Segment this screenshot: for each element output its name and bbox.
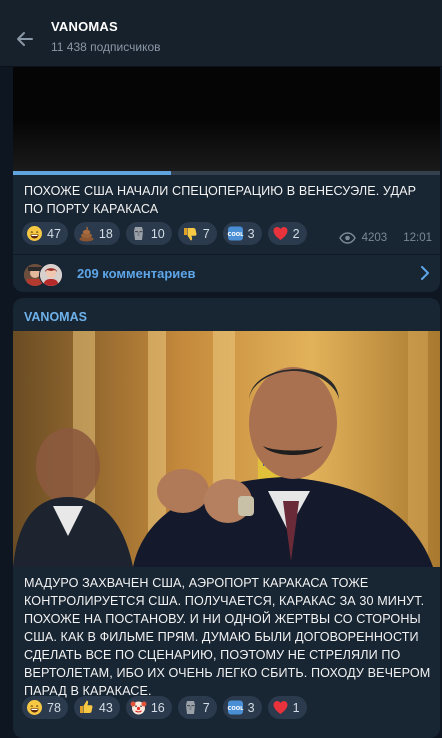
reaction-pill[interactable]: COOL 3 <box>222 696 262 719</box>
channel-title[interactable]: VANOMAS <box>51 19 118 34</box>
svg-text:COOL: COOL <box>227 706 243 712</box>
grinning-face-icon <box>26 699 43 716</box>
chevron-right-icon <box>420 266 430 285</box>
reaction-pill[interactable]: 18 <box>73 222 120 245</box>
pile-of-poo-icon <box>78 225 95 242</box>
message-meta: 4203 12:01 <box>338 232 432 244</box>
red-heart-icon <box>272 699 289 716</box>
thumbs-up-icon <box>78 699 95 716</box>
reaction-count: 3 <box>247 700 255 715</box>
moai-icon <box>130 225 147 242</box>
reaction-count: 18 <box>98 226 113 241</box>
reaction-pill[interactable]: 78 <box>22 696 68 719</box>
reaction-pill[interactable]: COOL 3 <box>222 222 262 245</box>
reaction-count: 16 <box>150 700 165 715</box>
reaction-count: 7 <box>202 700 210 715</box>
reaction-pill[interactable]: 16 <box>125 696 172 719</box>
commenter-avatars <box>23 263 69 287</box>
reaction-count: 43 <box>98 700 113 715</box>
eye-icon <box>338 232 356 244</box>
channel-header: VANOMAS 11 438 подписчиков <box>0 0 442 67</box>
reaction-pill[interactable]: 1 <box>267 696 307 719</box>
comments-button[interactable]: 209 комментариев <box>13 255 440 292</box>
reaction-pill[interactable]: 7 <box>177 222 217 245</box>
message-bubble: VANOMAS МАДУРО ЗАХВАЧЕН США, АЭРОПОРТ КА… <box>13 298 440 738</box>
reaction-pill[interactable]: 43 <box>73 696 120 719</box>
avatar <box>39 263 63 287</box>
reaction-count: 78 <box>47 700 61 715</box>
video-progress-fill <box>13 171 171 175</box>
cool-button-icon: COOL <box>227 225 244 242</box>
message-time: 12:01 <box>403 232 432 244</box>
reaction-count: 3 <box>247 226 255 241</box>
subscriber-count: 11 438 подписчиков <box>51 40 161 54</box>
moai-icon <box>182 699 199 716</box>
red-heart-icon <box>272 225 289 242</box>
clown-face-icon <box>130 699 147 716</box>
back-arrow-icon[interactable] <box>12 26 38 52</box>
comments-count: 209 комментариев <box>77 266 196 281</box>
reaction-count: 47 <box>47 226 61 241</box>
message-text: МАДУРО ЗАХВАЧЕН США, АЭРОПОРТ КАРАКАСА Т… <box>24 576 431 698</box>
reactions-bar: 47 18 10 7 COOL 3 2 <box>22 222 307 245</box>
reaction-pill[interactable]: 2 <box>267 222 307 245</box>
reaction-pill[interactable]: 7 <box>177 696 217 719</box>
message-text: ПОХОЖЕ США НАЧАЛИ СПЕЦОПЕРАЦИЮ В ВЕНЕСУЭ… <box>24 184 417 216</box>
cool-button-icon: COOL <box>227 699 244 716</box>
reaction-count: 1 <box>292 700 300 715</box>
author-name[interactable]: VANOMAS <box>24 310 87 324</box>
reaction-pill[interactable]: 10 <box>125 222 172 245</box>
reaction-count: 10 <box>150 226 165 241</box>
message-bubble: ПОХОЖЕ США НАЧАЛИ СПЕЦОПЕРАЦИЮ В ВЕНЕСУЭ… <box>13 40 440 292</box>
thumbs-down-icon <box>182 225 199 242</box>
view-count: 4203 <box>361 232 388 244</box>
reaction-count: 7 <box>202 226 210 241</box>
reaction-count: 2 <box>292 226 300 241</box>
reaction-pill[interactable]: 47 <box>22 222 68 245</box>
message-photo[interactable] <box>13 331 440 567</box>
grinning-face-icon <box>26 225 43 242</box>
video-progress-bar[interactable] <box>13 171 440 175</box>
svg-text:COOL: COOL <box>227 232 243 238</box>
reactions-bar: 78 43 16 7 COOL 3 1 <box>22 696 307 719</box>
